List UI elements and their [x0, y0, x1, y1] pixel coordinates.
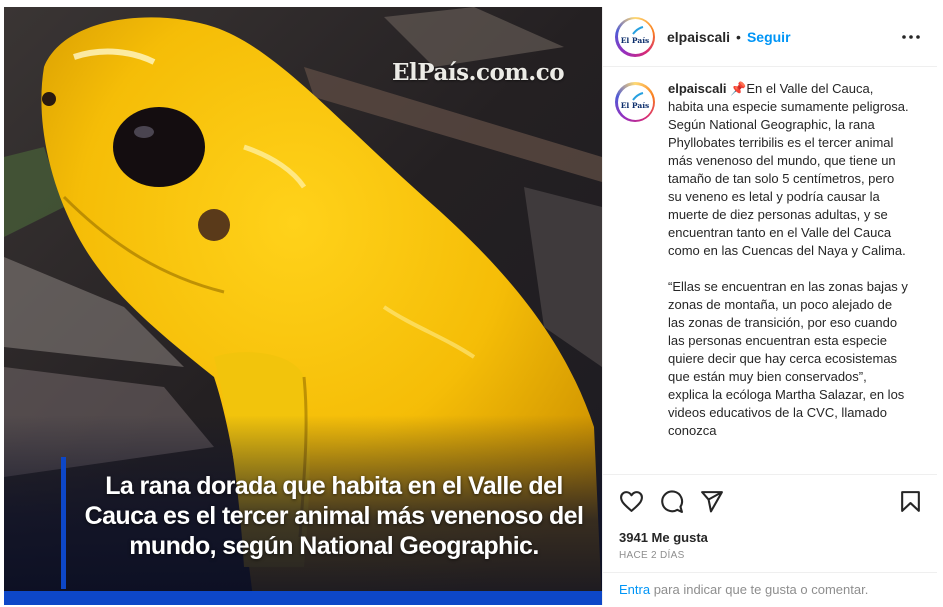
comment-icon[interactable]: [659, 489, 684, 514]
likes-count[interactable]: 3941 Me gusta: [619, 530, 708, 545]
pin-icon: 📌: [730, 81, 747, 96]
comment-prompt-text: para indicar que te gusta o comentar.: [650, 581, 869, 597]
avatar[interactable]: El País: [615, 82, 655, 122]
description-username[interactable]: elpaiscali: [668, 81, 727, 96]
image-caption: La rana dorada que habita en el Valle de…: [84, 472, 584, 560]
heart-icon[interactable]: [619, 489, 644, 514]
share-icon[interactable]: [699, 489, 724, 514]
post-side-panel: El País elpaiscali • Seguir El País elpa…: [602, 7, 937, 605]
avatar-logo-text: El País: [620, 35, 650, 45]
avatar-logo: El País: [617, 19, 653, 54]
header-separator: •: [736, 28, 741, 45]
post-description: El País elpaiscali 📌En el Valle del Cauc…: [615, 80, 921, 458]
action-bar: [603, 474, 937, 517]
description-paragraph: “Ellas se encuentran en las zonas bajas …: [668, 279, 908, 438]
watermark: ElPaís.com.co: [392, 59, 565, 86]
post-image[interactable]: ElPaís.com.co La rana dorada que habita …: [4, 7, 602, 605]
image-footer-bar: [4, 591, 602, 605]
header-username[interactable]: elpaiscali: [667, 29, 730, 45]
more-horizontal-icon[interactable]: [901, 29, 921, 45]
comments-area[interactable]: El País elpaiscali 📌En el Valle del Cauc…: [603, 68, 937, 473]
caption-accent-bar: [61, 457, 66, 589]
avatar-logo-text: El País: [620, 101, 650, 110]
logo-swoosh-icon: [631, 26, 643, 35]
description-text: elpaiscali 📌En el Valle del Cauca, habit…: [668, 80, 910, 458]
login-link[interactable]: Entra: [619, 582, 650, 597]
avatar-logo: El País: [617, 84, 653, 120]
post-date[interactable]: HACE 2 DÍAS: [619, 550, 685, 561]
avatar[interactable]: El País: [615, 16, 655, 57]
description-paragraph: En el Valle del Cauca, habita una especi…: [668, 81, 909, 258]
logo-swoosh-icon: [631, 91, 643, 101]
comment-prompt: Entra para indicar que te gusta o coment…: [603, 572, 937, 605]
bookmark-icon[interactable]: [898, 489, 923, 514]
post-header: El País elpaiscali • Seguir: [603, 7, 937, 67]
follow-button[interactable]: Seguir: [747, 29, 791, 45]
